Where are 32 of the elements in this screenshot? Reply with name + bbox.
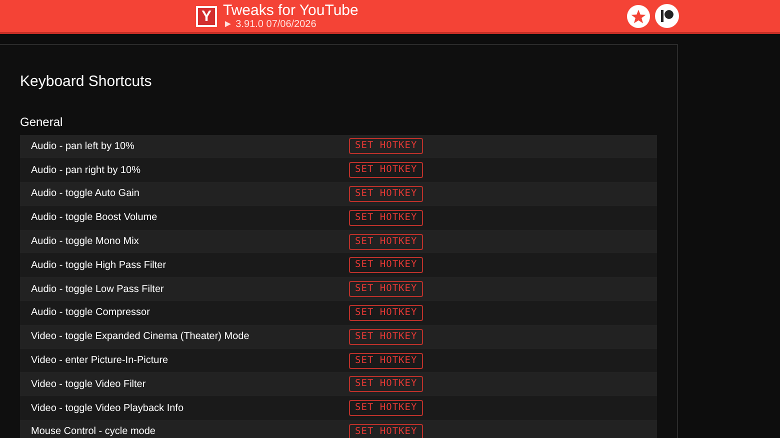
shortcut-label: Audio - toggle High Pass Filter <box>31 258 168 273</box>
shortcut-label: Audio - toggle Compressor <box>31 306 151 320</box>
shortcut-label: Mouse Control - cycle mode <box>31 425 156 438</box>
shortcut-label: Audio - toggle Boost Volume <box>31 211 158 226</box>
set-hotkey-button[interactable]: SET HOTKEY <box>349 376 424 392</box>
set-hotkey-button[interactable]: SET HOTKEY <box>349 424 424 438</box>
set-hotkey-button[interactable]: SET HOTKEY <box>349 162 424 178</box>
set-hotkey-button[interactable]: SET HOTKEY <box>349 281 424 298</box>
shortcut-label: Audio - toggle Low Pass Filter <box>31 282 165 297</box>
panel-title: Keyboard Shortcuts <box>20 72 153 92</box>
shortcut-label: Video - toggle Video Playback Info <box>31 402 185 416</box>
set-hotkey-button[interactable]: SET HOTKEY <box>349 257 424 274</box>
version-text: ► 3.91.0 07/06/2026 <box>223 18 318 30</box>
set-hotkey-button[interactable]: SET HOTKEY <box>349 186 424 202</box>
shortcut-label: Audio - toggle Auto Gain <box>31 187 140 202</box>
shortcut-label: Video - toggle Video Filter <box>31 378 147 392</box>
shortcut-label: Video - enter Picture-In-Picture <box>31 354 170 368</box>
set-hotkey-button[interactable]: SET HOTKEY <box>349 138 424 154</box>
logo[interactable]: Y <box>196 6 217 26</box>
set-hotkey-button[interactable]: SET HOTKEY <box>349 400 424 416</box>
set-hotkey-button[interactable]: SET HOTKEY <box>349 352 424 369</box>
shortcut-label: Audio - toggle Mono Mix <box>31 235 140 250</box>
set-hotkey-button[interactable]: SET HOTKEY <box>349 234 424 250</box>
section-heading: General <box>20 114 64 130</box>
shortcut-label: Audio - pan left by 10% <box>31 140 136 154</box>
set-hotkey-button[interactable]: SET HOTKEY <box>349 304 424 321</box>
patreon-icon[interactable] <box>655 4 679 28</box>
shortcut-label: Video - toggle Expanded Cinema (Theater) Mode <box>31 330 250 344</box>
set-hotkey-button[interactable]: SET HOTKEY <box>349 328 424 345</box>
shortcut-label: Audio - pan right by 10% <box>31 164 142 178</box>
set-hotkey-button[interactable]: SET HOTKEY <box>349 210 424 226</box>
app-title: Tweaks for YouTube <box>223 2 358 18</box>
